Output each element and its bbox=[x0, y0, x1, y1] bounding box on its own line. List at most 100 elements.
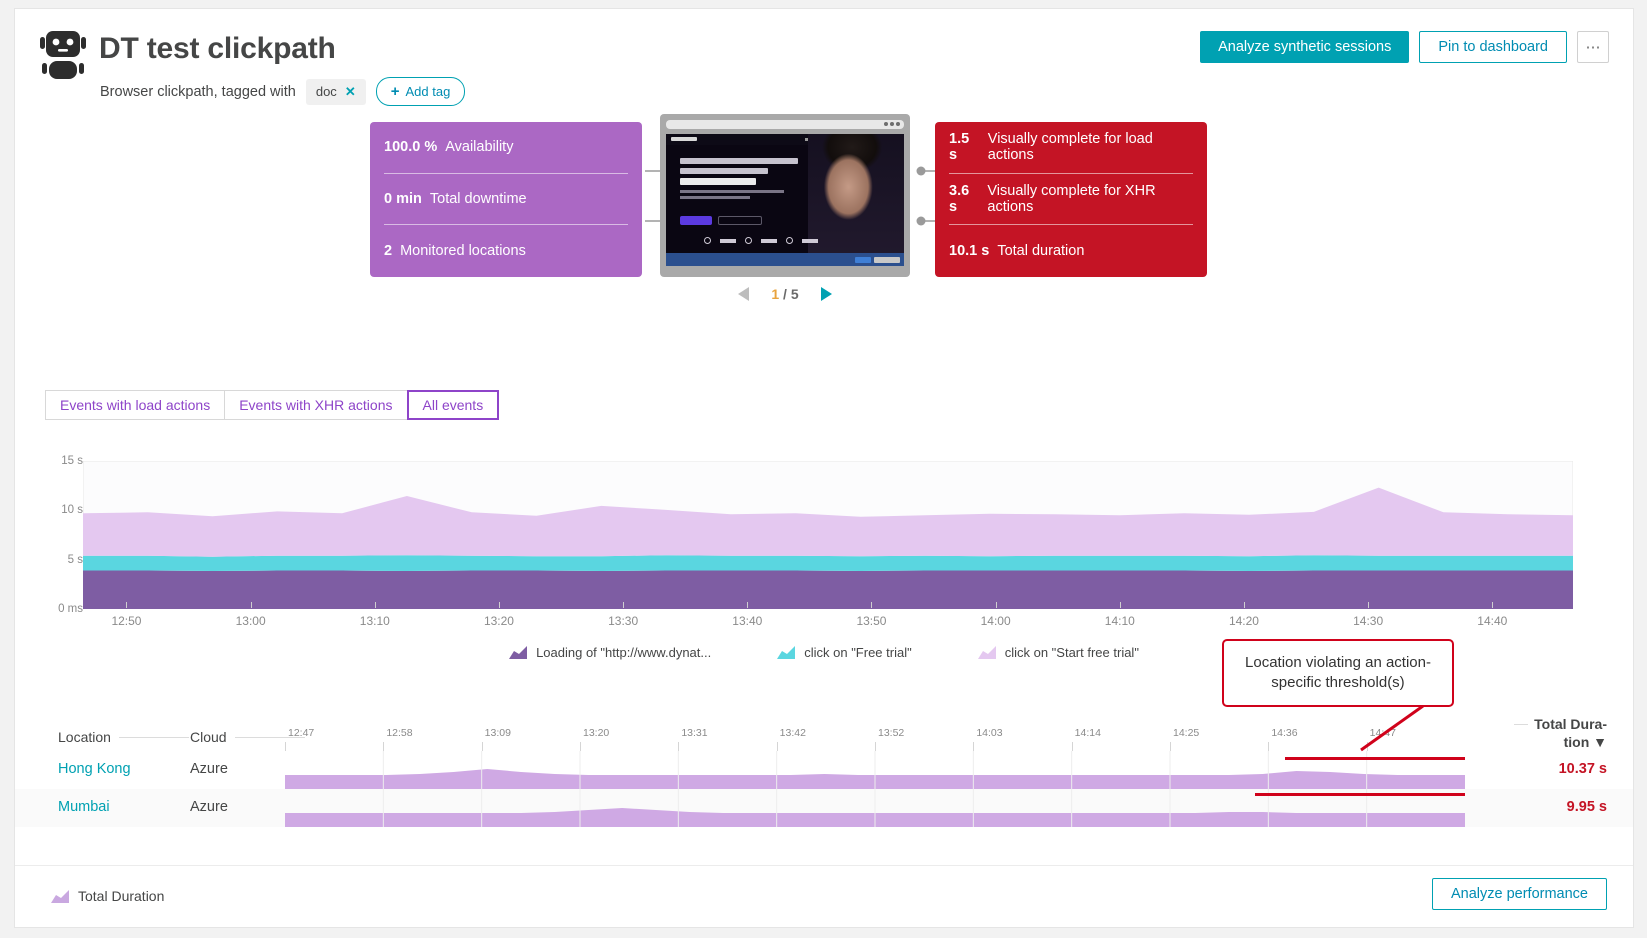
header-location-label: Location bbox=[58, 729, 111, 745]
cloud-provider: Azure bbox=[190, 761, 228, 777]
footer-legend: Total Duration bbox=[51, 888, 164, 904]
screenshot-pager: 1 / 5 bbox=[660, 286, 910, 302]
vc-xhr-label: Visually complete for XHR actions bbox=[987, 182, 1156, 215]
area-series bbox=[83, 570, 1573, 609]
sparkline-tick: 14:25 bbox=[1170, 727, 1199, 751]
callout-pointer bbox=[1360, 704, 1424, 752]
pin-to-dashboard-button[interactable]: Pin to dashboard bbox=[1419, 31, 1567, 63]
more-options-button[interactable]: ⋯ bbox=[1577, 31, 1609, 63]
threshold-violation-marker bbox=[1255, 793, 1465, 796]
total-duration-mumbai: 9.95 s bbox=[1566, 799, 1607, 815]
window-dots-icon bbox=[884, 122, 900, 126]
pager-label: 1 / 5 bbox=[771, 286, 798, 302]
sparkline-hong-kong bbox=[285, 751, 1465, 789]
sparkline-timestamps: 12:47 12:58 13:09 13:20 13:31 13:42 13:52 14:03… bbox=[285, 727, 1465, 751]
availability-value: 100.0 % bbox=[384, 139, 438, 156]
page-screenshot bbox=[666, 134, 904, 266]
pager-separator: / bbox=[783, 286, 787, 302]
dynatrace-logo-icon bbox=[671, 137, 697, 141]
sparkline-tick: 13:52 bbox=[875, 727, 904, 751]
vc-load-value: 1.5 s bbox=[949, 131, 970, 164]
sparkline-tick: 14:14 bbox=[1071, 727, 1101, 751]
sparkline-tick: 14:03 bbox=[973, 727, 1003, 751]
header-actions: Analyze synthetic sessions Pin to dashbo… bbox=[1200, 31, 1609, 63]
footer-legend-label: Total Duration bbox=[78, 888, 165, 904]
summary-section: 100.0 % Availability 0 min Total downtim… bbox=[15, 114, 1633, 344]
location-link-hong-kong[interactable]: Hong Kong bbox=[58, 761, 131, 777]
sparkline-tick: 13:42 bbox=[776, 727, 806, 751]
legend-item-free-trial[interactable]: click on "Free trial" bbox=[777, 645, 912, 660]
total-duration-hong-kong: 10.37 s bbox=[1558, 761, 1607, 777]
monitor-type-label: Browser clickpath, tagged with bbox=[100, 83, 296, 100]
sparkline-tick: 12:58 bbox=[383, 727, 413, 751]
downtime-label: Total downtime bbox=[429, 190, 527, 207]
cloud-provider: Azure bbox=[190, 799, 228, 815]
table-row[interactable]: Hong Kong Azure 10.37 s bbox=[15, 751, 1633, 789]
screenshot-preview[interactable]: 1 / 5 bbox=[660, 114, 910, 302]
tab-events-load-actions[interactable]: Events with load actions bbox=[45, 390, 225, 420]
tab-events-xhr-actions[interactable]: Events with XHR actions bbox=[224, 390, 407, 420]
sparkline-tick: 13:20 bbox=[580, 727, 609, 751]
total-duration-value: 10.1 s bbox=[949, 242, 990, 259]
hero-text bbox=[680, 158, 800, 199]
header-location: Location bbox=[58, 729, 189, 745]
tile-row: 1.5 s Visually complete for load actions bbox=[949, 122, 1193, 174]
sparkline-tick: 12:47 bbox=[285, 727, 314, 751]
area-series bbox=[83, 555, 1573, 572]
y-axis-tick: 5 s bbox=[67, 553, 83, 566]
downtime-value: 0 min bbox=[384, 190, 422, 207]
threshold-callout: Location violating an action- specific t… bbox=[1222, 639, 1454, 707]
subtitle-row: Browser clickpath, tagged with doc ✕ + A… bbox=[100, 77, 466, 106]
y-axis-tick: 0 ms bbox=[58, 603, 83, 615]
next-screenshot-button[interactable] bbox=[820, 287, 832, 301]
free-trial-button-thumb bbox=[680, 216, 712, 225]
legend-label: click on "Start free trial" bbox=[1004, 645, 1139, 660]
event-filter-tabs: Events with load actions Events with XHR… bbox=[45, 390, 500, 420]
page-title: DT test clickpath bbox=[99, 32, 336, 65]
remove-tag-icon[interactable]: ✕ bbox=[345, 84, 356, 100]
sparkline-mumbai bbox=[285, 789, 1465, 827]
analyze-synthetic-sessions-button[interactable]: Analyze synthetic sessions bbox=[1200, 31, 1410, 63]
availability-tile: 100.0 % Availability 0 min Total downtim… bbox=[370, 122, 642, 277]
header-total-sort: tion ▼ bbox=[1563, 733, 1607, 750]
hero-buttons bbox=[680, 216, 762, 225]
plus-icon: + bbox=[390, 83, 400, 100]
availability-label: Availability bbox=[445, 139, 514, 156]
locations-value: 2 bbox=[384, 242, 393, 259]
sparkline-tick: 13:31 bbox=[678, 727, 708, 751]
legend-item-loading[interactable]: Loading of "http://www.dynat... bbox=[509, 645, 711, 660]
area-swatch-icon bbox=[509, 646, 528, 659]
pager-current: 1 bbox=[771, 286, 780, 302]
customer-logos bbox=[704, 237, 818, 244]
total-duration-label: Total duration bbox=[997, 242, 1085, 259]
header-cloud-label: Cloud bbox=[190, 729, 227, 745]
area-swatch-icon bbox=[777, 646, 796, 659]
tag-chip[interactable]: doc ✕ bbox=[305, 78, 366, 105]
tile-row: 100.0 % Availability bbox=[384, 122, 628, 174]
table-row[interactable]: Mumbai Azure 9.95 s bbox=[15, 789, 1633, 827]
chart-plot-area[interactable] bbox=[82, 460, 1574, 610]
sparkline-tick: 13:09 bbox=[481, 727, 511, 751]
callout-line1: Location violating an action- bbox=[1245, 653, 1431, 671]
performance-tile: 1.5 s Visually complete for load actions… bbox=[935, 122, 1207, 277]
location-link-mumbai[interactable]: Mumbai bbox=[58, 799, 110, 815]
add-tag-button[interactable]: + Add tag bbox=[375, 77, 466, 106]
pager-total: 5 bbox=[790, 286, 799, 302]
callout-line2: specific threshold(s) bbox=[1271, 674, 1405, 691]
prev-screenshot-button[interactable] bbox=[738, 287, 750, 301]
analyze-performance-button[interactable]: Analyze performance bbox=[1431, 878, 1607, 910]
add-tag-label: Add tag bbox=[405, 84, 451, 99]
tab-all-events[interactable]: All events bbox=[406, 390, 500, 420]
page-header: DT test clickpath Browser clickpath, tag… bbox=[15, 9, 1633, 114]
tile-row: 10.1 s Total duration bbox=[949, 225, 1193, 277]
vc-xhr-value: 3.6 s bbox=[949, 182, 970, 215]
robot-icon bbox=[40, 31, 86, 79]
legend-item-start-free-trial[interactable]: click on "Start free trial" bbox=[977, 645, 1139, 660]
stacked-area-svg bbox=[82, 460, 1574, 610]
header-total-duration[interactable]: Total Dura- tion ▼ bbox=[1514, 716, 1607, 751]
browser-frame bbox=[660, 114, 910, 269]
tile-row: 0 min Total downtime bbox=[384, 174, 628, 225]
sparkline-tick: 14:36 bbox=[1268, 727, 1298, 751]
y-axis-tick: 10 s bbox=[61, 504, 83, 517]
chart-y-axis: 0 ms 5 s 10 s 15 s bbox=[39, 447, 83, 615]
